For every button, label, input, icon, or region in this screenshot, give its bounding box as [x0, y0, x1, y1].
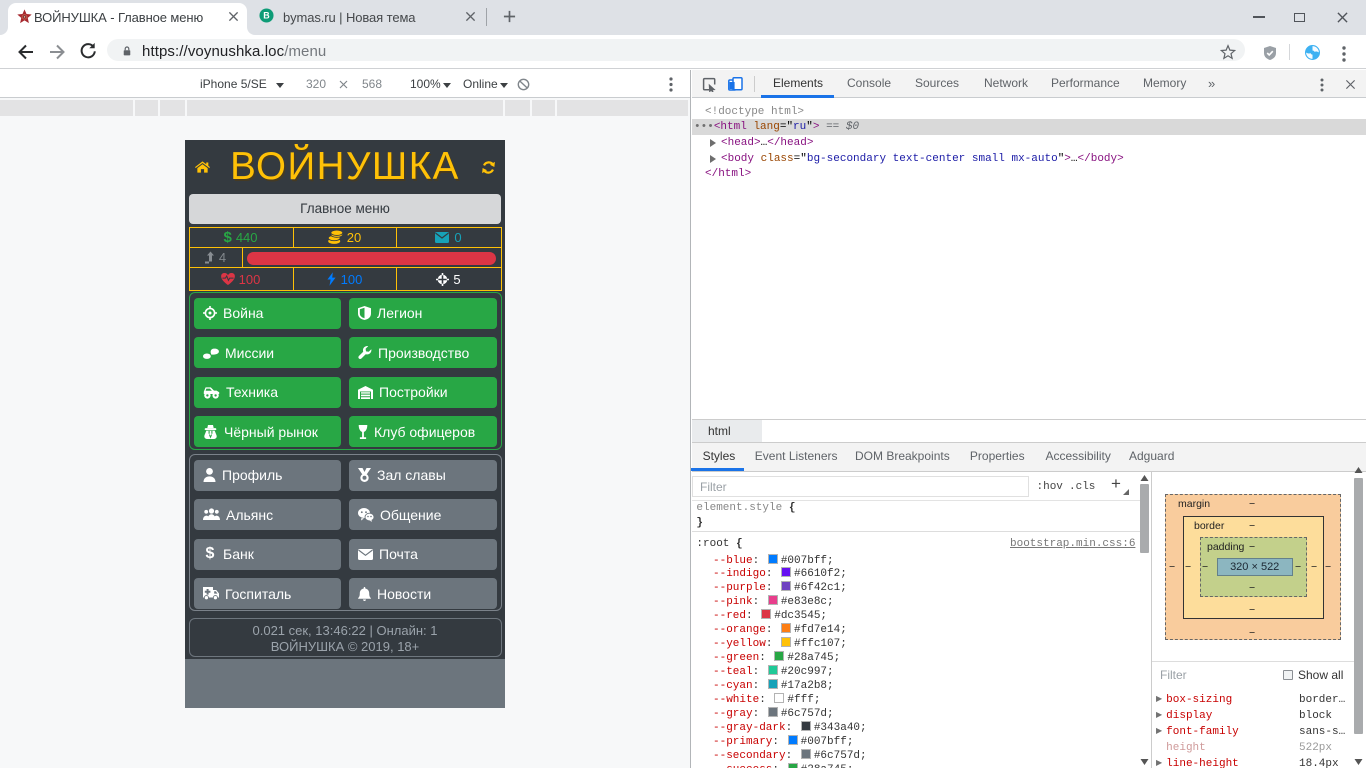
svg-text:B: B — [263, 11, 270, 21]
